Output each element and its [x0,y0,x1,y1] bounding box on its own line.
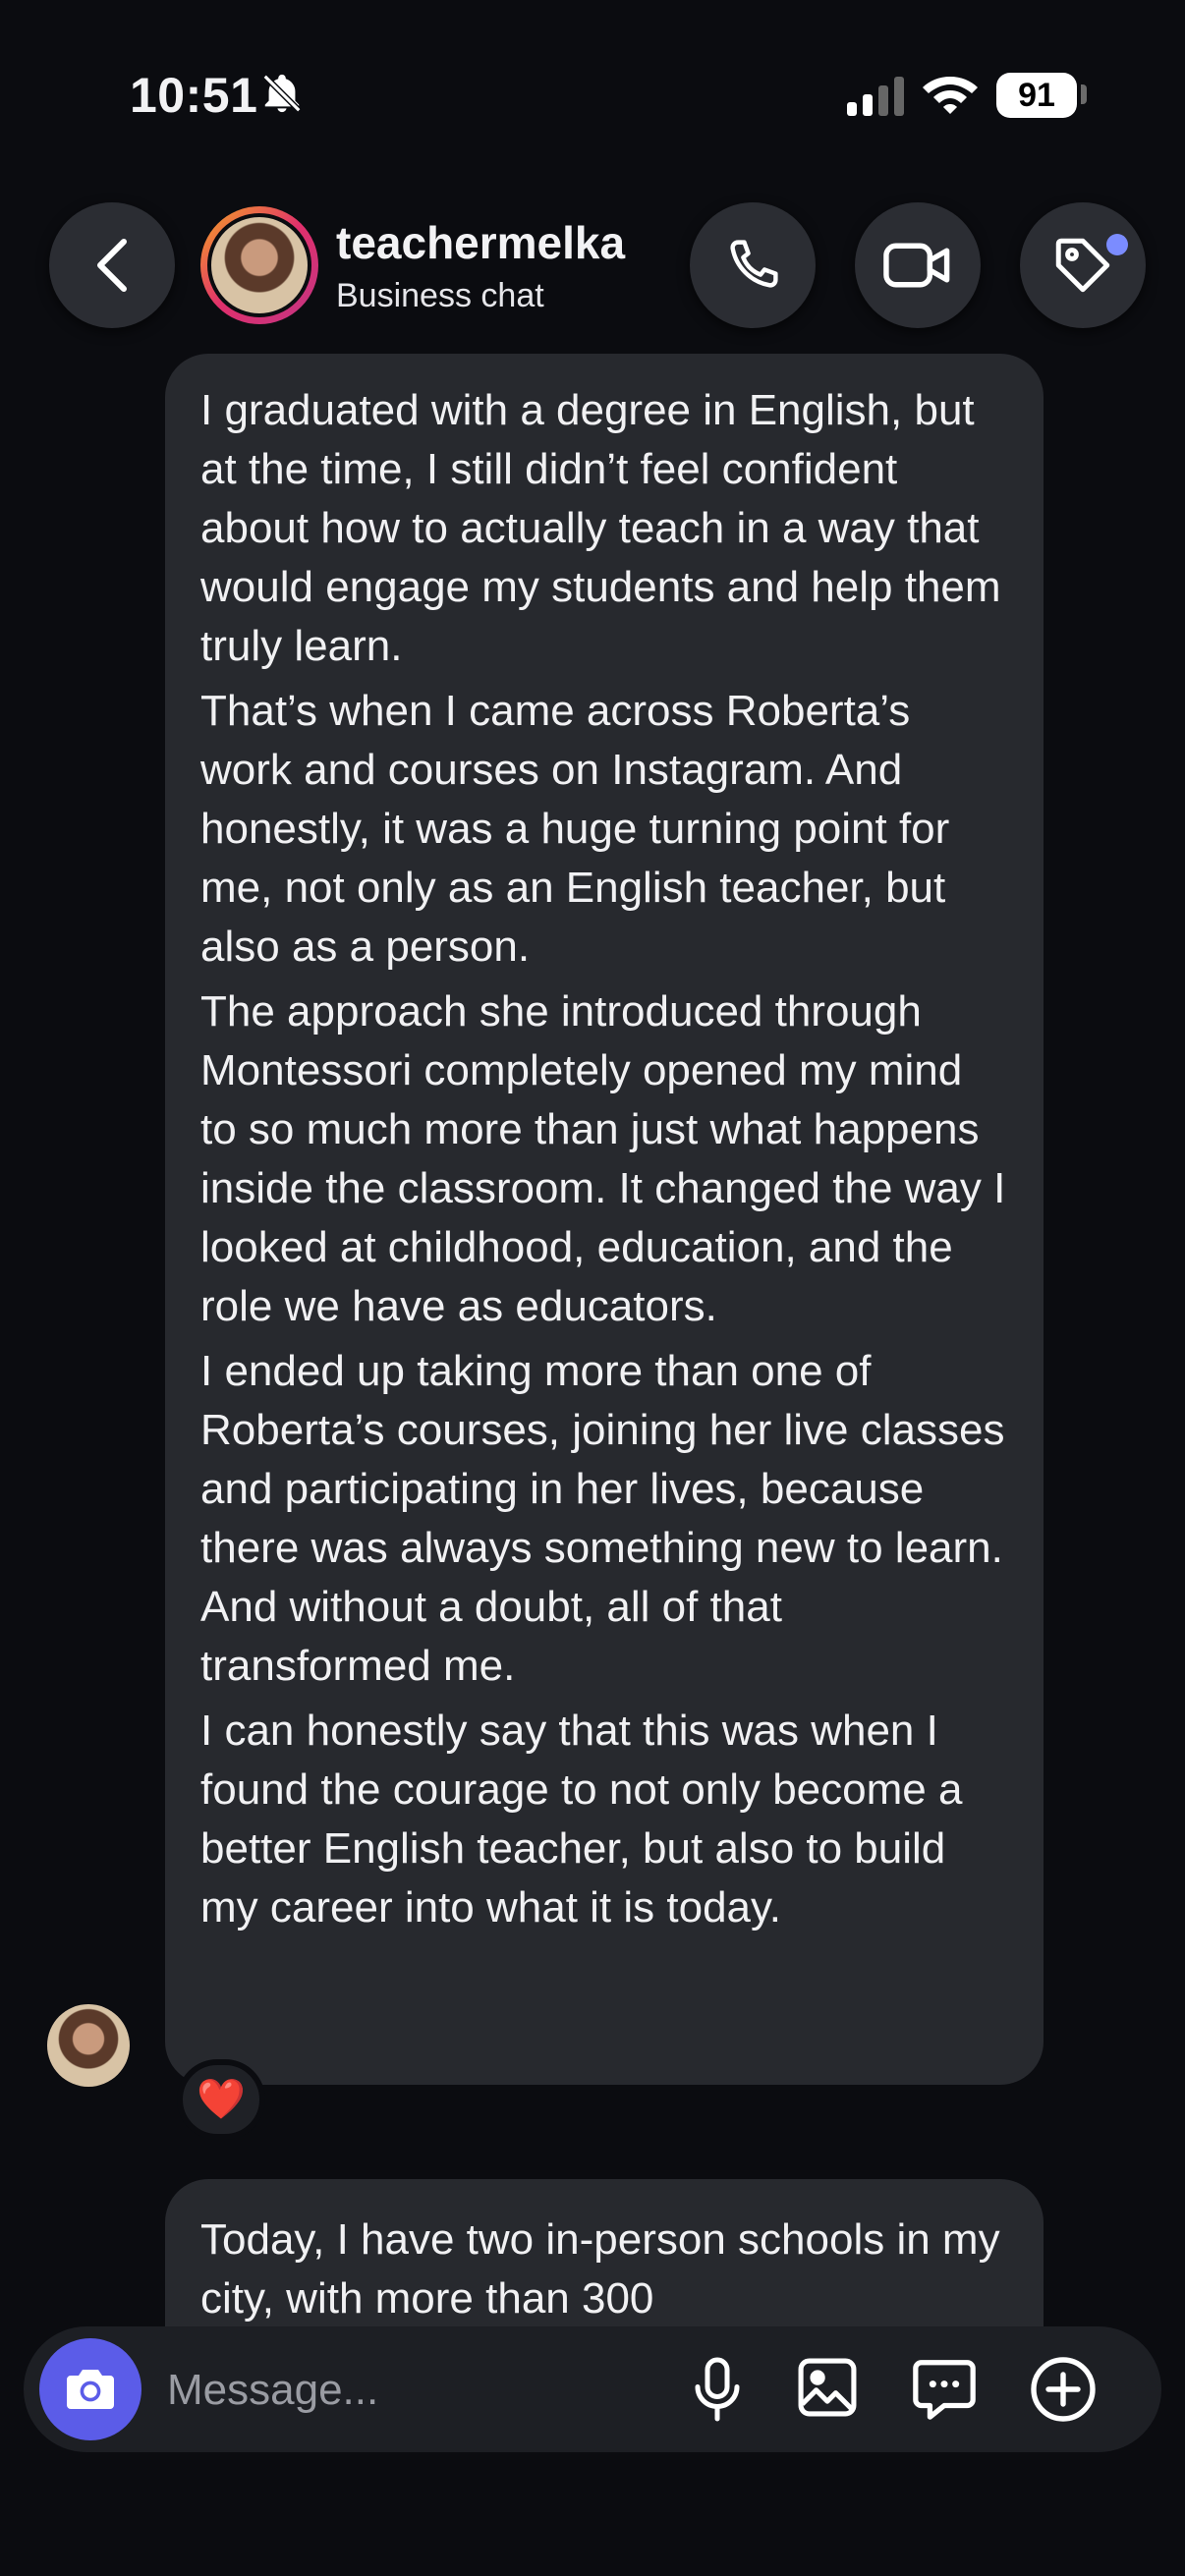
message-composer [24,2326,1161,2452]
message-input[interactable] [165,2360,660,2421]
voice-call-button[interactable] [690,202,816,328]
sticker-chat-icon[interactable] [910,2354,979,2428]
message-paragraph: I ended up taking more than one of Rober… [200,1347,1005,1690]
bell-muted-icon [259,71,305,121]
wifi-icon [922,71,979,121]
contact-avatar[interactable] [200,206,318,324]
chat-type-label: Business chat [336,277,544,314]
status-time: 10:51 [130,68,258,123]
message-paragraph: That’s when I came across Roberta’s work… [200,687,950,971]
notification-dot [1106,234,1128,255]
message-paragraph: I can honestly say that this was when I … [200,1707,963,1932]
battery-indicator: 91 [996,73,1077,118]
contact-avatar-image [207,213,311,317]
contact-username[interactable]: teachermelka [336,216,625,269]
back-button[interactable] [49,202,175,328]
message-paragraph: Today, I have two in-person schools in m… [200,2215,1000,2323]
camera-button[interactable] [39,2338,141,2440]
add-plus-icon[interactable] [1028,2354,1099,2430]
gallery-icon[interactable] [794,2354,861,2426]
battery-cap [1081,84,1087,104]
video-call-button[interactable] [855,202,981,328]
label-tag-button[interactable] [1020,202,1146,328]
message-paragraph: I graduated with a degree in English, bu… [200,386,1001,670]
status-bar: 10:51 91 [0,0,1185,187]
chat-header: teachermelka Business chat [0,196,1185,334]
message-bubble[interactable]: I graduated with a degree in English, bu… [165,354,1044,2085]
heart-reaction[interactable]: ❤️ [177,2059,265,2140]
microphone-icon[interactable] [688,2354,747,2430]
sender-avatar[interactable] [47,2004,130,2087]
cellular-signal-icon [847,77,906,121]
message-paragraph: The approach she introduced through Mont… [200,987,1006,1330]
